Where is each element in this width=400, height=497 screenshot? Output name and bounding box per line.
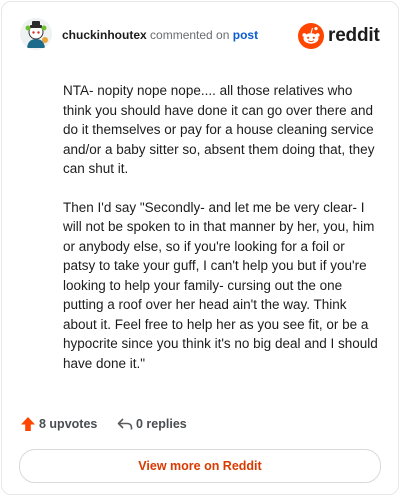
snoo-avatar-icon[interactable] (20, 18, 52, 50)
upvote-arrow-icon (21, 417, 35, 431)
replies-count: 0 replies (136, 417, 187, 431)
username-link[interactable]: chuckinhoutex (62, 28, 147, 42)
reddit-brand[interactable]: reddit (298, 23, 382, 49)
reddit-snoo-icon (298, 23, 324, 49)
comment-paragraph: Then I'd say "Secondly- and let me be ve… (63, 199, 378, 371)
upvotes-count: 8 upvotes (39, 417, 98, 431)
commented-on-text: commented on (150, 28, 230, 42)
comment-body: NTA- nopity nope nope.... all those rela… (63, 81, 380, 392)
comment-meta: chuckinhoutex commented on post (62, 28, 258, 42)
reply-icon (117, 418, 133, 430)
comment-paragraph: NTA- nopity nope nope.... all those rela… (63, 83, 375, 176)
comment-header: chuckinhoutex commented on post reddit (20, 18, 382, 52)
view-more-on-reddit-button[interactable]: View more on Reddit (19, 449, 381, 483)
post-link[interactable]: post (233, 28, 258, 42)
reddit-wordmark: reddit (328, 25, 380, 46)
comment-embed-card: chuckinhoutex commented on post reddit N… (1, 1, 399, 495)
